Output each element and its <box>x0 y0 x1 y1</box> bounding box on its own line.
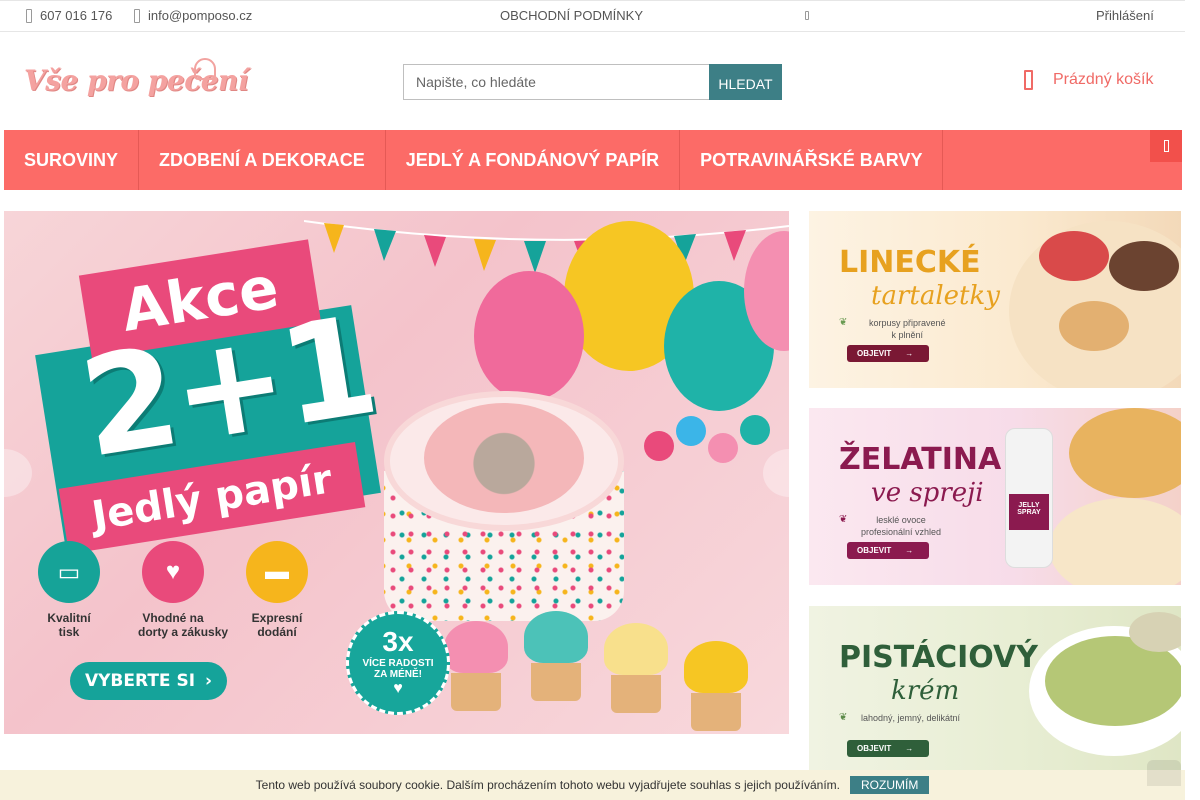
phone-icon <box>26 8 32 23</box>
discover-button[interactable]: OBJEVIT → <box>847 740 929 757</box>
nav-item-zdobeni[interactable]: ZDOBENÍ A DEKORACE <box>139 130 386 190</box>
chevron-right-icon: › <box>205 671 213 691</box>
arrow-right-icon: → <box>905 546 914 555</box>
pistachio-nuts <box>1129 612 1181 652</box>
scroll-to-top-button[interactable] <box>1147 760 1181 786</box>
cart-icon[interactable] <box>1024 70 1033 90</box>
search-icon <box>1163 140 1169 152</box>
banner-subtitle: krém <box>891 676 960 706</box>
feature-list: ▭ Kvalitní tisk ♥ Vhodné na dorty a záku… <box>34 541 312 640</box>
fruit-tart <box>1069 408 1181 498</box>
spray-bottle-label: JELLY SPRAY <box>1009 494 1049 530</box>
cupcake-decoration <box>684 641 748 731</box>
side-banner-zelatina[interactable]: JELLY SPRAY ŽELATINA ve spreji ❦ lesklé … <box>809 408 1181 585</box>
feature-label: Vhodné na dorty a zákusky <box>138 611 229 640</box>
cart[interactable]: Prázdný košík <box>1024 70 1153 90</box>
phone-contact[interactable]: 607 016 176 <box>26 8 112 23</box>
banner-description: lahodný, jemný, delikátní <box>861 713 961 723</box>
cheesecake-plate <box>1049 498 1181 585</box>
printer-icon: ▭ <box>38 541 100 603</box>
leaf-icon: ❦ <box>839 712 848 723</box>
arrow-right-icon: → <box>905 744 914 753</box>
top-bar: 607 016 176 info@pomposo.cz OBCHODNÍ POD… <box>0 0 1185 32</box>
slider-prev-button[interactable] <box>4 449 32 497</box>
truck-icon: ▬ <box>246 541 308 603</box>
cupcake-decoration <box>524 611 588 701</box>
nav-item-jedly-papir[interactable]: JEDLÝ A FONDÁNOVÝ PAPÍR <box>386 130 681 190</box>
cookie-bar: Tento web používá soubory cookie. Dalším… <box>0 770 1185 800</box>
mail-icon <box>134 8 140 23</box>
main-banner-slide[interactable]: Akce 2+1 Jedlý papír ▭ Kvalitní tisk ♥ V… <box>4 211 789 734</box>
main-navigation: SUROVINY ZDOBENÍ A DEKORACE JEDLÝ A FOND… <box>4 130 1182 190</box>
phone-number[interactable]: 607 016 176 <box>40 8 112 23</box>
leaf-icon: ❦ <box>839 514 848 525</box>
feature-label: Expresní dodání <box>251 611 303 640</box>
email-contact[interactable]: info@pomposo.cz <box>134 8 252 23</box>
login-link[interactable]: Přihlášení <box>1096 8 1154 23</box>
cake-pop-decoration <box>676 416 706 446</box>
badge-number: 3x <box>382 626 414 657</box>
terms-link-label[interactable]: OBCHODNÍ PODMÍNKY <box>500 8 643 23</box>
site-header: Vše pro pečení HLEDAT Prázdný košík <box>0 32 1185 130</box>
cupcake-decoration <box>444 621 508 711</box>
terms-link[interactable]: OBCHODNÍ PODMÍNKY <box>500 8 643 23</box>
cupcake-logo-icon <box>194 58 216 80</box>
tartlet <box>1059 301 1129 351</box>
dropdown-toggle[interactable] <box>805 11 809 20</box>
promo-headline: Akce 2+1 Jedlý papír <box>32 229 384 555</box>
feature-item: ♥ Vhodné na dorty a zákusky <box>138 541 229 640</box>
search-input[interactable] <box>403 64 709 100</box>
heart-icon: ♥ <box>393 680 403 697</box>
nav-item-suroviny[interactable]: SUROVINY <box>4 130 140 190</box>
banner-title: ŽELATINA <box>839 442 1002 477</box>
nav-item-barvy[interactable]: POTRAVINÁŘSKÉ BARVY <box>680 130 944 190</box>
side-banner-pistacie[interactable]: PISTÁCIOVÝ krém ❦ lahodný, jemný, deliká… <box>809 606 1181 783</box>
badge-text-2: ZA MÉNĚ! <box>374 669 422 680</box>
arrow-right-icon: → <box>905 349 914 358</box>
banner-subtitle: ve spreji <box>871 478 984 508</box>
side-banner-tartaletky[interactable]: LINECKÉ tartaletky ❦ korpusy připravené … <box>809 211 1181 388</box>
promo-badge: 3x VÍCE RADOSTI ZA MÉNĚ! ♥ <box>346 611 450 715</box>
choose-button-label[interactable]: VYBERTE SI <box>85 671 195 691</box>
banner-title: PISTÁCIOVÝ <box>839 640 1038 675</box>
cake-pop-decoration <box>740 415 770 445</box>
banner-description: korpusy připravené k plnění <box>869 318 946 341</box>
feature-item: ▬ Expresní dodání <box>242 541 312 640</box>
banner-description: lesklé ovoce profesionální vzhled <box>861 515 942 538</box>
tartlet <box>1109 241 1179 291</box>
dropdown-icon[interactable] <box>805 11 809 20</box>
banner-title: LINECKÉ <box>839 245 981 280</box>
cupcake-decoration <box>604 623 668 713</box>
slider-next-button[interactable] <box>763 449 789 497</box>
banner-subtitle: tartaletky <box>871 281 1000 311</box>
choose-button[interactable]: VYBERTE SI › <box>70 662 227 700</box>
badge-text-1: VÍCE RADOSTI <box>362 658 434 669</box>
search-button[interactable]: HLEDAT <box>709 64 782 100</box>
tartlet <box>1039 231 1109 281</box>
cart-label[interactable]: Prázdný košík <box>1053 71 1153 89</box>
feature-item: ▭ Kvalitní tisk <box>34 541 104 640</box>
search-form: HLEDAT <box>403 64 782 100</box>
discover-button[interactable]: OBJEVIT → <box>847 345 929 362</box>
cake-pop-decoration <box>644 431 674 461</box>
discover-button[interactable]: OBJEVIT → <box>847 542 929 559</box>
kitten-print <box>424 403 584 513</box>
nav-search-toggle[interactable] <box>1150 130 1182 162</box>
leaf-icon: ❦ <box>839 317 848 328</box>
cake-pop-decoration <box>708 433 738 463</box>
email-address[interactable]: info@pomposo.cz <box>148 8 252 23</box>
site-logo[interactable]: Vše pro pečení <box>24 56 249 112</box>
login-link-label[interactable]: Přihlášení <box>1096 8 1154 23</box>
cake-icon: ♥ <box>142 541 204 603</box>
feature-label: Kvalitní tisk <box>47 611 91 640</box>
cookie-accept-button[interactable]: ROZUMÍM <box>850 776 930 794</box>
cookie-text: Tento web používá soubory cookie. Dalším… <box>255 778 840 792</box>
